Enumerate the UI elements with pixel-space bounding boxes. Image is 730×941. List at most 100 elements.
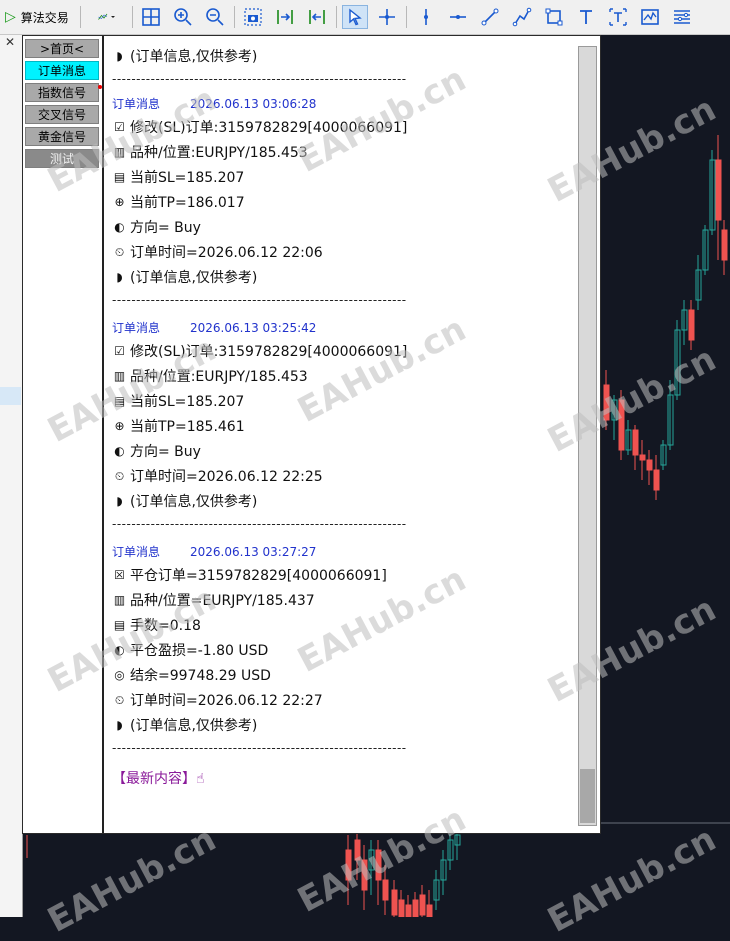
screenshot-button[interactable] [240, 5, 266, 29]
message-timestamp: 2026.06.13 03:27:27 [190, 545, 317, 559]
rectangle-button[interactable] [541, 5, 567, 29]
polyline-icon [512, 7, 532, 27]
message-line: ▤ 当前SL=185.207 [112, 391, 244, 411]
message-header: 订单消息 2026.06.13 03:27:27 [112, 543, 316, 560]
bar-chart-icon: ▥ [113, 368, 126, 383]
message-line: ⊕ 当前TP=186.017 [112, 192, 244, 212]
nav-button-2[interactable]: 指数信号 [25, 83, 102, 102]
separator: ----------------------------------------… [112, 72, 407, 86]
trendline-button[interactable] [477, 5, 503, 29]
candle-body [632, 429, 639, 456]
message-line: ◗ (订单信息,仅供参考) [112, 491, 257, 511]
zoom-in-button[interactable] [170, 5, 196, 29]
chart-shift-button[interactable] [304, 5, 330, 29]
vertical-line-button[interactable] [413, 5, 439, 29]
latest-content-link[interactable]: 【最新内容】☝ [112, 768, 205, 788]
toolbar-separator [406, 6, 407, 28]
indicators-dropdown-button[interactable] [86, 5, 128, 29]
text-label-button[interactable] [605, 5, 631, 29]
candle-body [721, 229, 728, 261]
scrollbar-thumb[interactable] [580, 769, 595, 823]
message-line: ☑ 修改(SL)订单:3159782829[4000066091] [112, 341, 407, 361]
toolbar-separator [336, 6, 337, 28]
cursor-button[interactable] [342, 5, 368, 29]
message-line-text: 当前SL=185.207 [130, 394, 245, 410]
nav-button-label: 测试 [49, 152, 74, 166]
nav-button-3[interactable]: 交叉信号 [25, 105, 99, 124]
message-line-text: 修改(SL)订单:3159782829[4000066091] [130, 120, 408, 136]
text-button[interactable] [573, 5, 599, 29]
zoom-out-icon [206, 8, 224, 26]
candle-body [618, 399, 625, 451]
zoom-out-button[interactable] [202, 5, 228, 29]
message-line-text: (订单信息,仅供参考) [130, 270, 258, 286]
message-header: 订单消息 2026.06.13 03:06:28 [112, 95, 316, 112]
horizontal-line-button[interactable] [445, 5, 471, 29]
message-line-text: 平仓盈损=-1.80 USD [130, 643, 269, 659]
scrollbar[interactable] [578, 46, 597, 826]
nav-button-1[interactable]: 订单消息 [25, 61, 99, 80]
autoscroll-button[interactable] [272, 5, 298, 29]
direction-icon: ◐ [114, 443, 125, 458]
ea-message-panel: >首页< 订单消息指数信号交叉信号黄金信号测试 ◗ (订单信息,仅供参考) ---… [22, 35, 601, 834]
message-line: ⏲ 订单时间=2026.06.12 22:25 [112, 466, 323, 486]
autoscroll-icon [277, 10, 293, 24]
watermark: EAHub.cn [541, 819, 723, 941]
clock-icon: ⏲ [114, 244, 125, 259]
checkbox-icon: ☑ [114, 343, 125, 358]
candle-body [419, 894, 426, 916]
shield-icon: ◗ [116, 48, 123, 63]
crosshair-button[interactable] [374, 5, 400, 29]
indicator-chart-icon [98, 13, 115, 20]
rectangle-icon [545, 8, 563, 26]
message-line-text: 品种/位置:EURJPY/185.453 [130, 369, 308, 385]
selected-row[interactable] [0, 387, 21, 405]
message-line: ◐ 方向= Buy [112, 441, 201, 461]
separator: ----------------------------------------… [112, 741, 407, 755]
cursor-icon [349, 8, 362, 26]
nav-button-0[interactable]: >首页< [25, 39, 99, 58]
candle-body [375, 849, 382, 881]
candle-body [625, 429, 632, 451]
candle-body [426, 904, 433, 917]
bar-chart-icon: ▥ [113, 144, 126, 159]
clock-icon: ⏲ [114, 692, 125, 707]
nav-button-label: 黄金信号 [37, 130, 86, 144]
objects-list-button[interactable] [669, 5, 695, 29]
message-line: ▥ 品种/位置:EURJPY/185.453 [112, 366, 308, 386]
vertical-line-icon [424, 9, 428, 25]
close-box-icon: ☒ [114, 567, 125, 582]
message-line: ▥ 品种/位置=EURJPY/185.437 [112, 590, 315, 610]
bar-chart-icon: ▥ [113, 592, 126, 607]
candle-body [454, 834, 461, 846]
zoom-in-icon [174, 8, 192, 26]
candle-body [405, 904, 412, 917]
message-line: ◗ (订单信息,仅供参考) [112, 267, 257, 287]
direction-icon: ◐ [114, 642, 125, 657]
message-line-text: (订单信息,仅供参考) [130, 494, 258, 510]
nav-button-4[interactable]: 黄金信号 [25, 127, 99, 146]
grid-button[interactable] [138, 5, 164, 29]
message-line: ⊕ 当前TP=185.461 [112, 416, 244, 436]
candle-body [715, 159, 722, 221]
checkbox-icon: ☑ [114, 119, 125, 134]
algo-trading-button[interactable]: ▷ 算法交易 [2, 5, 76, 29]
shield-icon: ◗ [116, 493, 123, 508]
close-icon[interactable]: ✕ [0, 35, 20, 49]
camera-icon [244, 8, 262, 26]
candle-body [603, 384, 610, 421]
nav-button-label: 指数信号 [37, 86, 86, 100]
message-timestamp: 2026.06.13 03:25:42 [190, 321, 317, 335]
info-line: ◗ (订单信息,仅供参考) [112, 46, 257, 66]
candle-body [681, 309, 688, 331]
nav-column: >首页< 订单消息指数信号交叉信号黄金信号测试 [23, 36, 104, 833]
polyline-button[interactable] [509, 5, 535, 29]
message-line: ⏲ 订单时间=2026.06.12 22:06 [112, 242, 323, 262]
direction-icon: ◐ [114, 219, 125, 234]
candle-body [354, 839, 361, 861]
candle-body [398, 899, 405, 917]
message-line-text: 品种/位置:EURJPY/185.453 [130, 145, 308, 161]
chart-window-button[interactable] [637, 5, 663, 29]
toolbar-separator [132, 6, 133, 28]
nav-button-5[interactable]: 测试 [25, 149, 99, 168]
